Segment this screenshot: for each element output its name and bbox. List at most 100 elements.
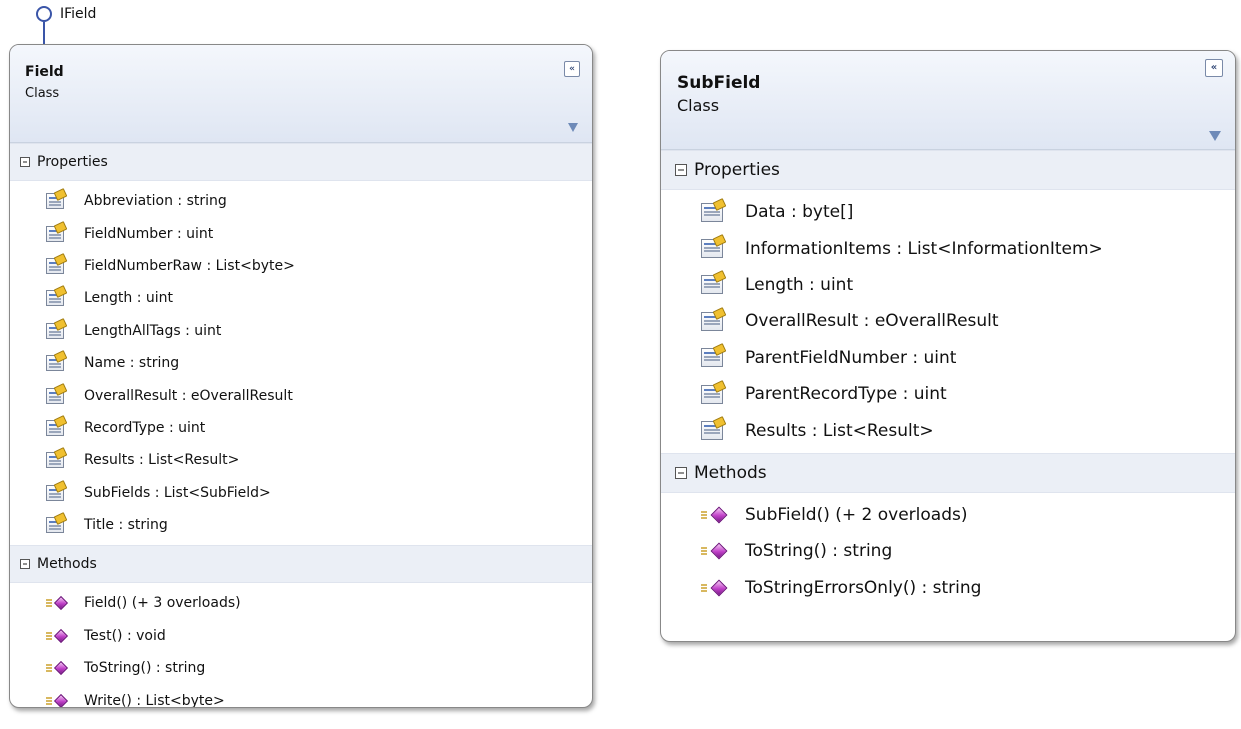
property-icon [701,421,723,441]
compartment-header-property[interactable]: Properties [661,150,1235,190]
member-label: Title : string [84,517,168,534]
interface-name: IField [60,6,97,22]
property-row[interactable]: FieldNumberRaw : List<byte> [10,250,592,282]
class-stereotype: Class [25,86,60,101]
property-row[interactable]: RecordType : uint [10,412,592,444]
member-label: FieldNumber : uint [84,225,214,242]
property-icon [46,419,64,436]
class-header[interactable]: SubField Class « [661,51,1235,150]
property-icon [701,275,723,295]
compartment-title: Properties [37,154,108,170]
member-label: Test() : void [84,627,166,644]
member-label: ToString() : string [745,541,893,562]
method-icon [701,542,728,560]
property-icon [701,202,723,222]
member-label: ParentFieldNumber : uint [745,347,957,368]
property-row[interactable]: Results : List<Result> [10,444,592,476]
member-label: Length : uint [745,274,854,295]
property-row[interactable]: Results : List<Result> [661,412,1235,448]
property-icon [46,322,64,339]
filter-icon[interactable] [568,123,578,132]
property-row[interactable]: LengthAllTags : uint [10,315,592,347]
member-label: LengthAllTags : uint [84,322,222,339]
section-collapse-icon[interactable] [20,157,30,167]
filter-icon[interactable] [1209,131,1221,141]
class-header[interactable]: Field Class « [10,45,592,143]
member-label: Name : string [84,355,180,372]
method-row[interactable]: SubField() (+ 2 overloads) [661,497,1235,533]
property-icon [701,311,723,331]
property-icon [46,290,64,307]
method-row[interactable]: Field() (+ 3 overloads) [10,587,592,619]
member-label: InformationItems : List<InformationItem> [745,238,1103,259]
member-label: Field() (+ 3 overloads) [84,595,241,612]
property-row[interactable]: Name : string [10,347,592,379]
property-row[interactable]: Title : string [10,509,592,541]
member-label: SubField() (+ 2 overloads) [745,504,968,525]
class-name: Field [25,64,64,80]
property-icon [701,239,723,259]
member-label: FieldNumberRaw : List<byte> [84,257,295,274]
method-icon [701,579,728,597]
member-label: Results : List<Result> [84,452,240,469]
property-icon [46,193,64,210]
compartment-title: Properties [694,160,780,180]
section-collapse-icon[interactable] [675,164,687,176]
method-row[interactable]: ToStringErrorsOnly() : string [661,570,1235,606]
property-icon [46,225,64,242]
compartment-members: Data : byte[] InformationItems : List<Inf… [661,190,1235,453]
property-row[interactable]: Length : uint [10,282,592,314]
collapse-chevrons-icon[interactable]: « [564,61,580,77]
member-label: SubFields : List<SubField> [84,484,271,501]
property-row[interactable]: FieldNumber : uint [10,217,592,249]
method-row[interactable]: ToString() : string [10,652,592,684]
property-row[interactable]: Length : uint [661,267,1235,303]
class-shape-field[interactable]: Field Class « Properties Abbreviation : s… [9,44,593,708]
member-label: Data : byte[] [745,202,854,223]
compartment-header-method[interactable]: Methods [661,452,1235,493]
member-label: Length : uint [84,290,174,307]
member-label: ParentRecordType : uint [745,384,947,405]
property-row[interactable]: ParentRecordType : uint [661,376,1235,412]
class-shape-subfield[interactable]: SubField Class « Properties Data : byte[]… [660,50,1236,642]
compartment-members: SubField() (+ 2 overloads) ToString() : s… [661,493,1235,610]
property-row[interactable]: OverallResult : eOverallResult [661,303,1235,339]
collapse-chevrons-icon[interactable]: « [1205,59,1223,77]
property-icon [46,387,64,404]
member-label: Results : List<Result> [745,420,934,441]
member-label: OverallResult : eOverallResult [745,311,999,332]
section-collapse-icon[interactable] [675,466,687,479]
property-icon [46,517,64,534]
property-row[interactable]: SubFields : List<SubField> [10,477,592,509]
property-icon [46,452,64,469]
compartment-title: Methods [37,556,97,573]
method-row[interactable]: Test() : void [10,620,592,652]
class-stereotype: Class [677,96,720,115]
property-icon [701,384,723,404]
compartment-header-method[interactable]: Methods [10,545,592,584]
compartment-header-property[interactable]: Properties [10,143,592,181]
property-icon [701,348,723,368]
property-icon [46,484,64,501]
property-icon [46,257,64,274]
method-icon [46,596,69,611]
property-row[interactable]: Data : byte[] [661,194,1235,230]
member-label: OverallResult : eOverallResult [84,387,293,404]
member-label: ToStringErrorsOnly() : string [745,577,982,598]
property-icon [46,355,64,372]
property-row[interactable]: Abbreviation : string [10,185,592,217]
method-row[interactable]: Write() : List<byte> [10,684,592,708]
interface-lollipop[interactable]: IField [36,6,156,48]
compartment-members: Field() (+ 3 overloads) Test() : void ToSt… [10,583,592,708]
member-label: Write() : List<byte> [84,692,225,708]
property-row[interactable]: InformationItems : List<InformationItem> [661,230,1235,266]
member-label: Abbreviation : string [84,193,227,210]
property-row[interactable]: OverallResult : eOverallResult [10,379,592,411]
method-icon [46,628,69,643]
compartment-title: Methods [694,462,767,483]
property-row[interactable]: ParentFieldNumber : uint [661,340,1235,376]
class-name: SubField [677,73,761,93]
method-icon [46,661,69,676]
section-collapse-icon[interactable] [20,559,30,570]
method-row[interactable]: ToString() : string [661,533,1235,569]
